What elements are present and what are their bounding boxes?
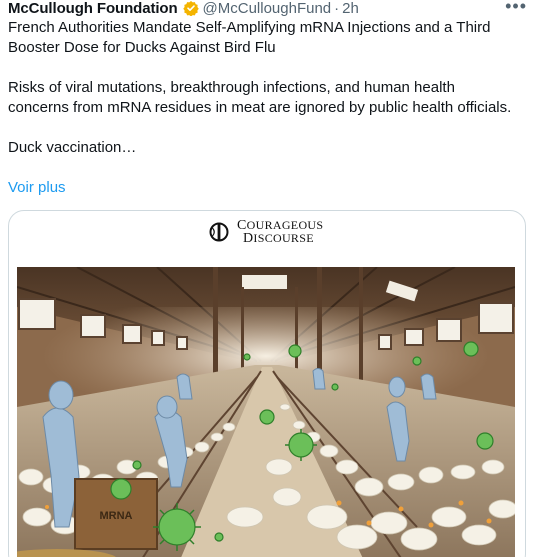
logo-line-1: COURAGEOUS [237,218,324,233]
cd-monogram-icon [209,222,229,242]
post-text-paragraph-1: French Authorities Mandate Self-Amplifyi… [8,19,491,56]
logo-bar: COURAGEOUS DISCOURSE [9,211,525,263]
author-handle[interactable]: @McCulloughFund [203,0,332,17]
post-time[interactable]: 2h [342,0,359,17]
see-more-link[interactable]: Voir plus [8,178,66,198]
post-body: French Authorities Mandate Self-Amplifyi… [8,18,518,158]
post-text-paragraph-3: Duck vaccination… [8,139,137,156]
post-header: McCullough Foundation @McCulloughFund · … [8,0,537,17]
post-text-paragraph-2: Risks of viral mutations, breakthrough i… [8,79,512,116]
post-image-barn-ducks[interactable]: MRNA [17,267,515,557]
media-card[interactable]: COURAGEOUS DISCOURSE MRNA [8,210,526,557]
meta-separator: · [334,0,340,17]
crate-label: MRNA [100,510,133,522]
more-options-icon[interactable]: ••• [505,0,527,17]
courageous-discourse-logo: COURAGEOUS DISCOURSE [209,218,324,246]
author-name[interactable]: McCullough Foundation [8,0,178,17]
logo-line-2: DISCOURSE [243,231,314,246]
verified-badge-icon [182,1,199,16]
